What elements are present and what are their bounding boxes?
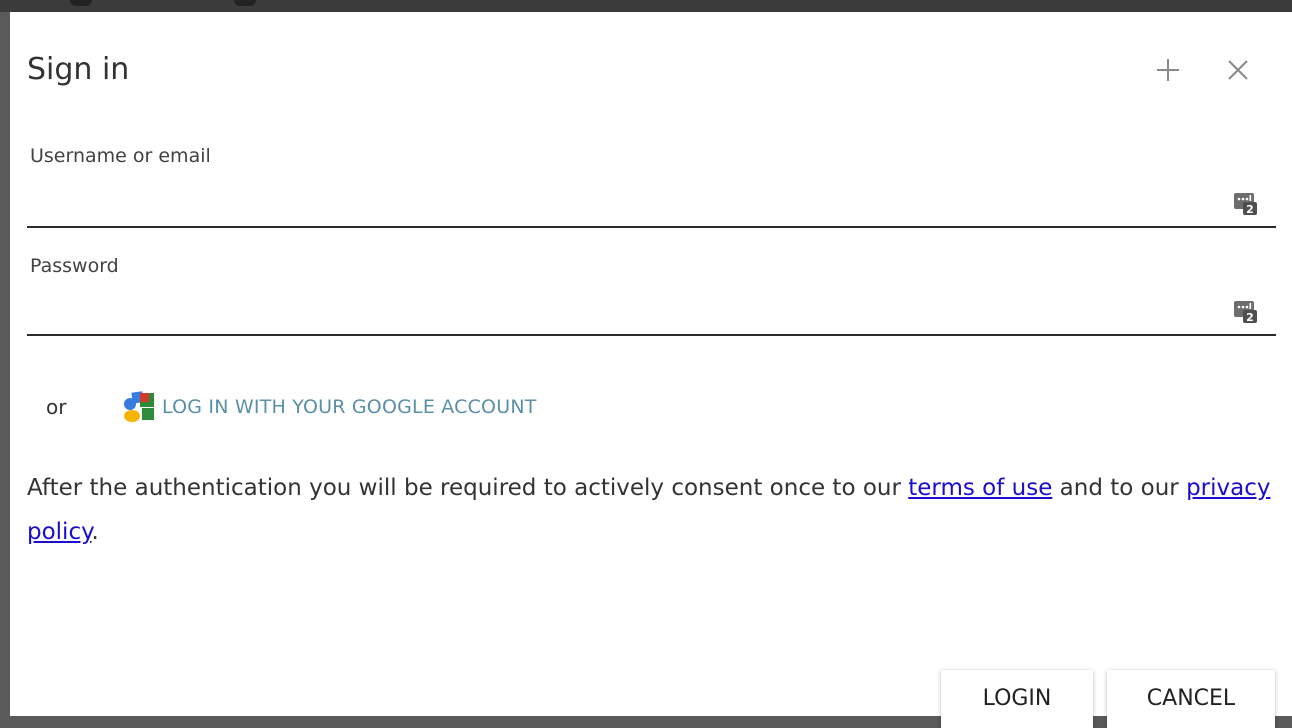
username-label: Username or email	[30, 145, 211, 167]
username-input[interactable]	[27, 188, 1211, 218]
password-label: Password	[30, 255, 119, 277]
username-underline	[27, 226, 1276, 228]
close-icon	[1228, 60, 1248, 80]
alternative-login-row: or LOG IN WITH YOUR GOOGLE ACCOUNT	[46, 391, 746, 422]
consent-text-middle: and to our	[1052, 475, 1187, 501]
login-button[interactable]: LOGIN	[941, 670, 1093, 728]
plus-icon	[1157, 59, 1179, 81]
background-window-bar	[0, 0, 1292, 12]
add-button[interactable]	[1148, 50, 1188, 90]
password-field-group: Password 2	[27, 252, 1276, 342]
password-underline	[27, 334, 1276, 336]
consent-text-after: .	[91, 519, 99, 545]
svg-text:2: 2	[1246, 203, 1254, 216]
password-manager-icon[interactable]: 2	[1233, 298, 1259, 324]
svg-text:2: 2	[1246, 311, 1254, 324]
close-button[interactable]	[1218, 50, 1258, 90]
terms-of-use-link[interactable]: terms of use	[908, 475, 1052, 501]
or-label: or	[46, 395, 67, 419]
username-field-group: Username or email 2	[27, 142, 1276, 232]
consent-text-before: After the authentication you will be req…	[27, 475, 909, 501]
google-login-link[interactable]: LOG IN WITH YOUR GOOGLE ACCOUNT	[120, 391, 537, 422]
google-logo-icon	[124, 391, 154, 422]
consent-text: After the authentication you will be req…	[27, 466, 1282, 554]
dialog-title: Sign in	[27, 52, 130, 87]
sign-in-dialog: Sign in Username or email 2 Password 2 o…	[10, 12, 1292, 728]
background-tab-marker	[234, 0, 256, 6]
password-input[interactable]	[27, 298, 1211, 328]
background-tab-marker	[70, 0, 92, 6]
password-manager-icon[interactable]: 2	[1233, 190, 1259, 216]
google-login-label: LOG IN WITH YOUR GOOGLE ACCOUNT	[162, 396, 537, 418]
cancel-button[interactable]: CANCEL	[1107, 670, 1275, 728]
